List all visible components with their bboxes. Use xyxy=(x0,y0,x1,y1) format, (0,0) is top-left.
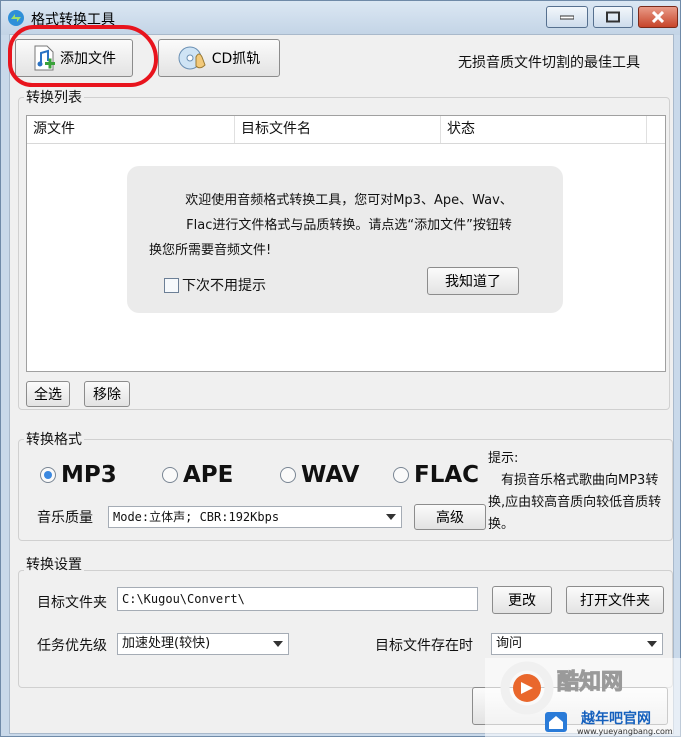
column-header-target[interactable]: 目标文件名 xyxy=(235,116,441,143)
watermark-brand: 酷知网 xyxy=(556,670,624,696)
close-icon xyxy=(652,11,664,23)
format-hint: 提示: 有损音乐格式歌曲向MP3转换,应由较高音质向较低音质转换。 xyxy=(488,448,674,536)
exists-value: 询问 xyxy=(496,636,523,651)
conversion-format-title: 转换格式 xyxy=(24,429,84,449)
app-logo-icon xyxy=(8,10,24,26)
add-file-label: 添加文件 xyxy=(60,51,116,67)
hint-title: 提示: xyxy=(488,451,519,466)
app-window: 格式转换工具 添加文件 CD抓轨 无损音质文件切割的最佳工具 转换列表 源文件 … xyxy=(0,0,681,737)
select-all-button[interactable]: 全选 xyxy=(26,381,70,407)
watermark-site-name: 越年吧官网 xyxy=(581,711,651,727)
priority-dropdown[interactable]: 加速处理(较快) xyxy=(117,633,289,655)
welcome-line-2: Flac进行文件格式与品质转换。请点选“添加文件”按钮转 xyxy=(186,218,512,233)
dont-remind-checkbox[interactable]: 下次不用提示 xyxy=(164,275,266,295)
chevron-down-icon xyxy=(273,641,283,647)
quality-value: Mode:立体声; CBR:192Kbps xyxy=(113,510,280,524)
quality-label: 音乐质量 xyxy=(37,510,93,526)
add-music-file-icon xyxy=(34,45,55,71)
remove-button[interactable]: 移除 xyxy=(84,381,130,407)
format-label-ape: APE xyxy=(183,462,234,488)
exists-label: 目标文件存在时 xyxy=(375,638,473,654)
target-folder-label: 目标文件夹 xyxy=(37,595,107,611)
priority-value: 加速处理(较快) xyxy=(122,636,211,651)
radio-button[interactable] xyxy=(162,467,178,483)
format-label-flac: FLAC xyxy=(414,462,480,488)
slogan-text: 无损音质文件切割的最佳工具 xyxy=(458,55,640,71)
format-radio-mp3[interactable]: MP3 xyxy=(40,462,117,488)
column-header-status[interactable]: 状态 xyxy=(441,116,647,143)
chevron-down-icon xyxy=(647,641,657,647)
window-title: 格式转换工具 xyxy=(31,12,115,28)
file-list-view[interactable]: 源文件 目标文件名 状态 欢迎使用音频格式转换工具，您可对Mp3、Ape、Wav… xyxy=(26,115,666,372)
format-radio-wav[interactable]: WAV xyxy=(280,462,359,488)
minimize-icon xyxy=(560,15,574,20)
add-file-button[interactable]: 添加文件 xyxy=(15,39,133,77)
cd-rip-label: CD抓轨 xyxy=(211,51,261,67)
dont-remind-label: 下次不用提示 xyxy=(182,278,266,294)
welcome-line-1: 欢迎使用音频格式转换工具，您可对Mp3、Ape、Wav、 xyxy=(185,193,513,208)
format-radio-flac[interactable]: FLAC xyxy=(393,462,479,488)
target-folder-input[interactable]: C:\Kugou\Convert\ xyxy=(117,587,478,611)
open-folder-button[interactable]: 打开文件夹 xyxy=(566,586,664,614)
chevron-down-icon xyxy=(386,514,396,520)
conversion-settings-title: 转换设置 xyxy=(24,554,84,574)
column-header-source[interactable]: 源文件 xyxy=(27,116,235,143)
radio-button[interactable] xyxy=(393,467,409,483)
quality-dropdown[interactable]: Mode:立体声; CBR:192Kbps xyxy=(108,506,402,528)
conversion-list-title: 转换列表 xyxy=(24,87,84,107)
format-radio-ape[interactable]: APE xyxy=(162,462,233,488)
got-it-button[interactable]: 我知道了 xyxy=(427,267,519,295)
list-header: 源文件 目标文件名 状态 xyxy=(27,116,665,144)
client-area: 添加文件 CD抓轨 无损音质文件切割的最佳工具 转换列表 源文件 目标文件名 状… xyxy=(8,25,674,734)
hint-body: 有损音乐格式歌曲向MP3转换,应由较高音质向较低音质转换。 xyxy=(488,473,662,532)
radio-button-selected[interactable] xyxy=(40,467,56,483)
format-label-mp3: MP3 xyxy=(61,462,117,488)
exists-dropdown[interactable]: 询问 xyxy=(491,633,663,655)
close-button[interactable] xyxy=(638,6,678,28)
maximize-icon xyxy=(606,11,620,23)
welcome-message: 欢迎使用音频格式转换工具，您可对Mp3、Ape、Wav、 Flac进行文件格式与… xyxy=(149,188,549,263)
priority-label: 任务优先级 xyxy=(37,638,107,654)
welcome-line-3: 换您所需要音频文件! xyxy=(149,243,272,258)
checkbox-box[interactable] xyxy=(164,277,179,293)
minimize-button[interactable] xyxy=(546,6,588,28)
format-label-wav: WAV xyxy=(301,462,360,488)
cd-rip-button[interactable]: CD抓轨 xyxy=(158,39,280,77)
target-folder-value: C:\Kugou\Convert\ xyxy=(122,592,245,606)
advanced-button[interactable]: 高级 xyxy=(414,504,486,530)
maximize-button[interactable] xyxy=(593,6,633,28)
change-folder-button[interactable]: 更改 xyxy=(492,586,552,614)
watermark-overlay: 酷知网 越年吧官网 www.yueyangbang.com xyxy=(485,658,681,737)
welcome-popup: 欢迎使用音频格式转换工具，您可对Mp3、Ape、Wav、 Flac进行文件格式与… xyxy=(127,166,563,313)
title-bar[interactable]: 格式转换工具 xyxy=(1,1,680,35)
cd-disc-icon xyxy=(178,46,206,70)
watermark-site-url: www.yueyangbang.com xyxy=(577,727,673,736)
radio-button[interactable] xyxy=(280,467,296,483)
